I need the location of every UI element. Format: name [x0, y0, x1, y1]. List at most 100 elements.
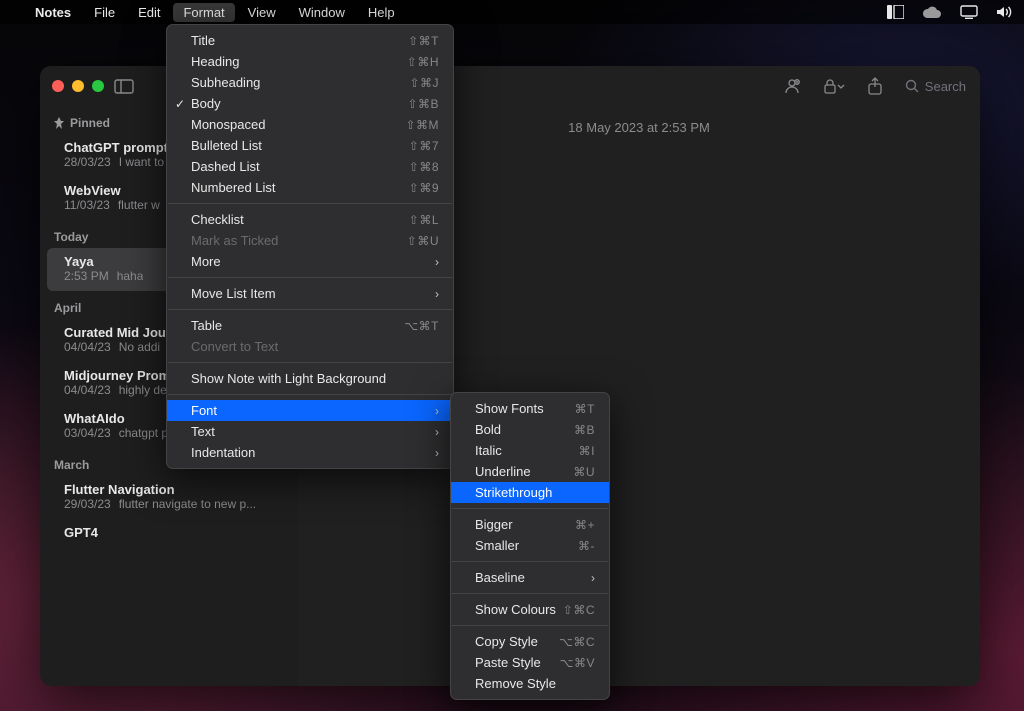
format-heading[interactable]: Heading ⇧⌘H — [167, 51, 453, 72]
menu-item-label: Show Fonts — [475, 401, 544, 416]
format-font[interactable]: Font› — [167, 400, 453, 421]
volume-icon[interactable] — [996, 5, 1014, 19]
note-list-item[interactable]: Flutter Navigation29/03/23flutter naviga… — [40, 476, 298, 519]
menu-item-label: Dashed List — [191, 159, 260, 174]
menu-item-label: Monospaced — [191, 117, 265, 132]
menu-item-label: Numbered List — [191, 180, 276, 195]
menu-shortcut: ⌥⌘V — [560, 656, 595, 670]
chevron-right-icon: › — [571, 571, 595, 585]
format-title[interactable]: Title ⇧⌘T — [167, 30, 453, 51]
minimize-button[interactable] — [72, 80, 84, 92]
menu-shortcut: ⌘I — [579, 444, 595, 458]
note-list-item[interactable]: GPT4 — [40, 519, 298, 548]
menu-item-label: Bold — [475, 422, 501, 437]
menu-shortcut: ⌘U — [573, 465, 595, 479]
menu-shortcut: ⌘- — [578, 539, 595, 553]
format-checklist[interactable]: Checklist ⇧⌘L — [167, 209, 453, 230]
menu-separator — [168, 362, 452, 363]
format-menu: Title⇧⌘THeading⇧⌘HSubheading⇧⌘J✓Body⇧⌘BM… — [166, 24, 454, 469]
menu-item-label: Move List Item — [191, 286, 276, 301]
note-title: Flutter Navigation — [64, 482, 284, 497]
toggle-sidebar-icon[interactable] — [114, 79, 134, 94]
font-bold[interactable]: Bold ⌘B — [451, 419, 609, 440]
menu-shortcut: ⇧⌘8 — [409, 160, 439, 174]
menubar-format[interactable]: Format — [173, 3, 234, 22]
menubar-help[interactable]: Help — [358, 3, 405, 22]
menu-shortcut: ⌥⌘T — [404, 319, 439, 333]
format-monospaced[interactable]: Monospaced ⇧⌘M — [167, 114, 453, 135]
share-icon[interactable] — [867, 77, 883, 95]
menu-item-label: Indentation — [191, 445, 255, 460]
format-text[interactable]: Text› — [167, 421, 453, 442]
menu-separator — [168, 277, 452, 278]
search-icon — [905, 79, 919, 93]
format-dashed-list[interactable]: Dashed List ⇧⌘8 — [167, 156, 453, 177]
chevron-right-icon: › — [415, 425, 439, 439]
check-icon: ✓ — [175, 97, 185, 111]
menu-item-label: Checklist — [191, 212, 244, 227]
pin-icon — [54, 117, 64, 129]
menu-separator — [168, 203, 452, 204]
font-underline[interactable]: Underline ⌘U — [451, 461, 609, 482]
chevron-right-icon: › — [415, 287, 439, 301]
chevron-right-icon: › — [415, 446, 439, 460]
menu-item-label: Heading — [191, 54, 239, 69]
format-numbered-list[interactable]: Numbered List ⇧⌘9 — [167, 177, 453, 198]
font-bigger[interactable]: Bigger⌘+ — [451, 514, 609, 535]
icloud-icon[interactable] — [922, 6, 942, 19]
format-more[interactable]: More› — [167, 251, 453, 272]
menu-item-label: Font — [191, 403, 217, 418]
font-smaller[interactable]: Smaller⌘- — [451, 535, 609, 556]
format-show-note-with-light-background[interactable]: Show Note with Light Background — [167, 368, 453, 389]
font-show-colours[interactable]: Show Colours⇧⌘C — [451, 599, 609, 620]
close-button[interactable] — [52, 80, 64, 92]
menu-item-label: Strikethrough — [475, 485, 552, 500]
format-table[interactable]: Table⌥⌘T — [167, 315, 453, 336]
menu-separator — [452, 625, 608, 626]
menu-shortcut: ⇧⌘H — [407, 55, 439, 69]
menu-separator — [452, 508, 608, 509]
format-subheading[interactable]: Subheading⇧⌘J — [167, 72, 453, 93]
menu-item-label: Subheading — [191, 75, 260, 90]
font-copy-style[interactable]: Copy Style⌥⌘C — [451, 631, 609, 652]
format-bulleted-list[interactable]: Bulleted List⇧⌘7 — [167, 135, 453, 156]
maximize-button[interactable] — [92, 80, 104, 92]
font-remove-style[interactable]: Remove Style — [451, 673, 609, 694]
format-body[interactable]: ✓Body⇧⌘B — [167, 93, 453, 114]
note-title: GPT4 — [64, 525, 284, 540]
menu-shortcut: ⇧⌘9 — [409, 181, 439, 195]
menu-item-label: Underline — [475, 464, 531, 479]
menu-shortcut: ⇧⌘T — [408, 34, 439, 48]
menu-item-label: Remove Style — [475, 676, 556, 691]
format-move-list-item[interactable]: Move List Item › — [167, 283, 453, 304]
menubar-view[interactable]: View — [238, 3, 286, 22]
menu-shortcut: ⌘B — [574, 423, 595, 437]
menu-item-label: Bulleted List — [191, 138, 262, 153]
font-strikethrough[interactable]: Strikethrough — [451, 482, 609, 503]
font-show-fonts[interactable]: Show Fonts⌘T — [451, 398, 609, 419]
format-convert-to-text: Convert to Text — [167, 336, 453, 357]
menubar-file[interactable]: File — [84, 3, 125, 22]
font-paste-style[interactable]: Paste Style⌥⌘V — [451, 652, 609, 673]
menu-shortcut: ⇧⌘L — [409, 213, 439, 227]
app-menu[interactable]: Notes — [25, 3, 81, 22]
menubar-edit[interactable]: Edit — [128, 3, 170, 22]
menu-separator — [452, 593, 608, 594]
menu-separator — [168, 309, 452, 310]
menu-separator — [168, 394, 452, 395]
note-subline: 29/03/23flutter navigate to new p... — [64, 497, 284, 511]
menubar-window[interactable]: Window — [289, 3, 355, 22]
format-indentation[interactable]: Indentation › — [167, 442, 453, 463]
display-icon[interactable] — [960, 5, 978, 19]
stage-manager-icon[interactable] — [887, 5, 904, 19]
menu-item-label: Baseline — [475, 570, 525, 585]
search-field[interactable]: Search — [905, 79, 966, 94]
lock-menu-icon[interactable] — [823, 78, 845, 94]
font-italic[interactable]: Italic ⌘I — [451, 440, 609, 461]
menu-shortcut: ⇧⌘M — [405, 118, 439, 132]
menu-item-label: Italic — [475, 443, 502, 458]
menu-item-label: Title — [191, 33, 215, 48]
collaborate-icon[interactable] — [783, 78, 801, 94]
menu-shortcut: ⌘+ — [575, 518, 595, 532]
font-baseline[interactable]: Baseline › — [451, 567, 609, 588]
